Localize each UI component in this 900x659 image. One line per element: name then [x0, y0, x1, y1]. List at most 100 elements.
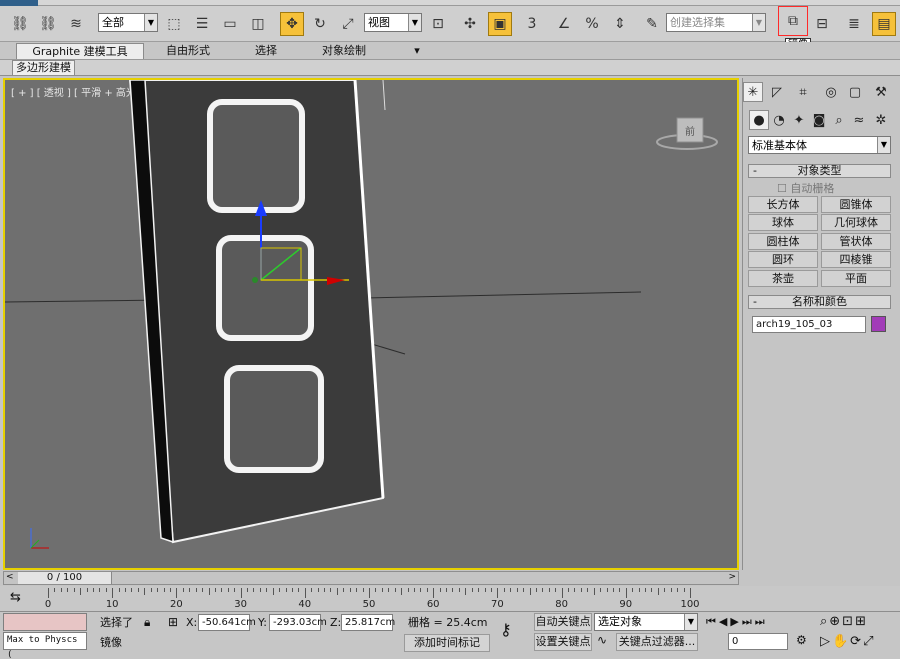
lights-icon[interactable]: ✦: [789, 110, 809, 130]
pivot-center-icon[interactable]: ⊡: [426, 12, 450, 36]
key-icon[interactable]: ⚷: [500, 620, 512, 639]
track-tick: [381, 588, 383, 592]
category-dropdown[interactable]: 标准基本体 ▼: [748, 136, 891, 154]
y-coord-field[interactable]: -293.03cm: [269, 614, 327, 631]
link-icon[interactable]: ⛓: [8, 12, 32, 36]
autogrid-label: 自动栅格: [790, 182, 835, 195]
tube-button[interactable]: 管状体: [821, 233, 891, 250]
shapes-icon[interactable]: ◔: [769, 110, 789, 130]
select-by-name-icon[interactable]: ☰: [190, 12, 214, 36]
track-tick: [645, 588, 647, 592]
setkey-button[interactable]: 设置关键点: [534, 633, 592, 651]
systems-icon[interactable]: ✲: [871, 110, 891, 130]
add-time-tag-button[interactable]: 添加时间标记: [404, 634, 490, 652]
key-tangent-icon[interactable]: ∿: [597, 633, 607, 647]
motion-tab-icon[interactable]: ◎: [821, 82, 841, 102]
pyramid-button[interactable]: 四棱锥: [821, 251, 891, 268]
mirror-button[interactable]: ⧉: [778, 6, 808, 36]
curve-editor-icon[interactable]: ⇆: [10, 590, 21, 605]
track-tick: [471, 588, 473, 592]
autogrid-checkbox[interactable]: ☐ 自动栅格: [777, 180, 834, 196]
track-bar[interactable]: ⇆: [0, 586, 900, 612]
object-color-swatch[interactable]: [871, 316, 886, 332]
keyboard-shortcut-icon[interactable]: ▣: [488, 12, 512, 36]
time-config-icon[interactable]: ⚙: [796, 633, 807, 647]
ref-coord-dropdown[interactable]: 视图 ▼: [364, 13, 422, 32]
torus-button[interactable]: 圆环: [748, 251, 818, 268]
autokey-button[interactable]: 自动关键点: [534, 613, 592, 631]
percent-snap-icon[interactable]: %: [580, 12, 604, 36]
track-tick-label: 30: [234, 599, 247, 610]
cylinder-button[interactable]: 圆柱体: [748, 233, 818, 250]
x-coord-field[interactable]: -50.641cm: [198, 614, 256, 631]
display-tab-icon[interactable]: ▢: [845, 82, 865, 102]
perspective-viewport[interactable]: [ + ] [ 透视 ] [ 平滑 + 高光 + 边面 ] 前: [3, 78, 739, 570]
ribbon-toggle-icon[interactable]: ▤: [872, 12, 896, 36]
modify-tab-icon[interactable]: ◸: [767, 82, 787, 102]
tab-graphite[interactable]: Graphite 建模工具: [16, 43, 144, 59]
box-button[interactable]: 长方体: [748, 196, 818, 213]
name-color-rollout[interactable]: - 名称和颜色: [748, 295, 891, 309]
viewport-orbit-icons[interactable]: ▷✋⟳⤢: [820, 634, 875, 649]
next-frame-icon[interactable]: >: [728, 572, 736, 582]
bind-spacewarp-icon[interactable]: ≋: [64, 12, 88, 36]
viewport-nav-icons[interactable]: ⌕⊕⊡⊞: [820, 614, 868, 629]
lock-selection-icon[interactable]: 🔒︎: [144, 615, 150, 630]
unlink-icon[interactable]: ⛓: [36, 12, 60, 36]
grid-line: [5, 299, 166, 303]
scale-icon[interactable]: ⤢: [336, 12, 360, 36]
spacewarps-icon[interactable]: ≈: [849, 110, 869, 130]
playback-controls[interactable]: ⏮◀▶⏭⏭: [706, 615, 768, 629]
object-type-rollout[interactable]: - 对象类型: [748, 164, 891, 178]
selection-filter-dropdown[interactable]: 全部 ▼: [98, 13, 158, 32]
edit-named-sel-icon[interactable]: ✎: [640, 12, 664, 36]
current-frame-field[interactable]: 0: [728, 633, 788, 650]
spinner-snap-icon[interactable]: ⇕: [608, 12, 632, 36]
geosphere-button[interactable]: 几何球体: [821, 214, 891, 231]
time-slider[interactable]: < 0 / 100 >: [3, 571, 739, 585]
hierarchy-tab-icon[interactable]: ⌗: [793, 82, 813, 102]
prev-frame-icon[interactable]: <: [6, 572, 14, 582]
tab-selection[interactable]: 选择: [248, 43, 284, 59]
layer-manager-icon[interactable]: ≣: [842, 12, 866, 36]
named-selection-field[interactable]: 创建选择集 ▼: [666, 13, 766, 32]
sphere-button[interactable]: 球体: [748, 214, 818, 231]
tab-polygon-modeling[interactable]: 多边形建模: [12, 60, 75, 75]
track-tick: [664, 588, 666, 592]
maxscript-listener-top[interactable]: [3, 613, 87, 631]
snap-toggle-icon[interactable]: 3: [520, 12, 544, 36]
plane-button[interactable]: 平面: [821, 270, 891, 287]
opening-middle[interactable]: [216, 235, 314, 341]
opening-top[interactable]: [207, 99, 305, 213]
maxscript-listener[interactable]: Max to Physcs (: [3, 632, 87, 659]
object-name-field[interactable]: arch19_105_03: [752, 316, 866, 333]
opening-bottom[interactable]: [224, 365, 324, 473]
move-icon[interactable]: ✥: [280, 12, 304, 36]
create-tab-icon[interactable]: ✳: [743, 82, 763, 102]
absolute-mode-icon[interactable]: ⊞: [168, 615, 178, 629]
rect-selection-icon[interactable]: ▭: [218, 12, 242, 36]
geometry-icon[interactable]: ●: [749, 110, 769, 130]
select-manipulate-icon[interactable]: ✣: [458, 12, 482, 36]
track-tick: [600, 588, 602, 592]
tab-freeform[interactable]: 自由形式: [160, 43, 216, 59]
cone-button[interactable]: 圆锥体: [821, 196, 891, 213]
select-object-icon[interactable]: ⬚: [162, 12, 186, 36]
teapot-button[interactable]: 茶壶: [748, 270, 818, 287]
ribbon-options-icon[interactable]: ▾: [406, 43, 428, 59]
rotate-icon[interactable]: ↻: [308, 12, 332, 36]
key-mode-dropdown[interactable]: 选定对象 ▼: [594, 613, 698, 631]
cameras-icon[interactable]: ◙: [809, 110, 829, 130]
time-slider-thumb[interactable]: 0 / 100: [18, 572, 112, 584]
helpers-icon[interactable]: ⌕: [829, 110, 849, 130]
track-tick: [54, 588, 56, 592]
track-tick: [516, 588, 518, 592]
key-filters-button[interactable]: 关键点过滤器...: [616, 633, 698, 651]
tab-object-paint[interactable]: 对象绘制: [320, 43, 368, 59]
utilities-tab-icon[interactable]: ⚒: [871, 82, 891, 102]
z-coord-field[interactable]: 25.817cm: [341, 614, 395, 631]
track-tick: [73, 588, 75, 592]
window-crossing-icon[interactable]: ◫: [246, 12, 270, 36]
align-icon[interactable]: ⊟: [810, 12, 834, 36]
angle-snap-icon[interactable]: ∠: [552, 12, 576, 36]
